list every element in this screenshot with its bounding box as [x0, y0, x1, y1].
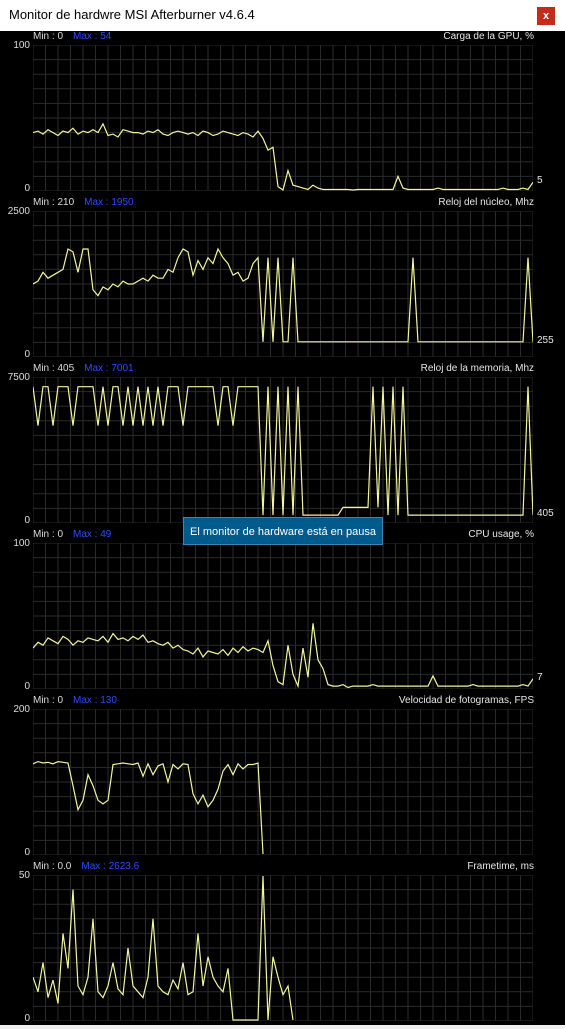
- close-button[interactable]: x: [537, 7, 555, 25]
- scale-min-label: 0: [24, 1013, 30, 1024]
- scale-min-label: 0: [24, 515, 30, 526]
- scale-min-label: 0: [24, 681, 30, 692]
- graph-panel: Min : 405 Max : 7001 Reloj de la memoria, …: [0, 363, 565, 529]
- max-value: Max : 54: [73, 31, 112, 42]
- window-title: Monitor de hardwre MSI Afterburner v4.6.…: [9, 7, 255, 22]
- graph-plot: [33, 875, 533, 1021]
- scale-max-label: 2500: [7, 206, 30, 217]
- graph-panel: Min : 0 Max : 130 Velocidad de fotogramas,…: [0, 695, 565, 861]
- min-value: Min : 210: [33, 197, 75, 208]
- graph-plot: [33, 377, 533, 523]
- min-value: Min : 0: [33, 31, 64, 42]
- scale-max-label: 50: [18, 870, 30, 881]
- graph-plot: [33, 709, 533, 855]
- graph-plot: [33, 211, 533, 357]
- min-value: Min : 0: [33, 529, 64, 540]
- pause-banner: El monitor de hardware está en pausa: [183, 517, 383, 545]
- min-max-readout: Min : 0 Max : 130: [33, 695, 117, 706]
- scale-max-label: 100: [13, 538, 30, 549]
- current-value: 255: [537, 335, 554, 347]
- min-value: Min : 0: [33, 695, 64, 706]
- graph-panel: Min : 0 Max : 49 CPU usage, % 100 0 7: [0, 529, 565, 695]
- scale-min-label: 0: [24, 349, 30, 360]
- window-titlebar: Monitor de hardwre MSI Afterburner v4.6.…: [0, 0, 565, 31]
- graph-title: Frametime, ms: [467, 861, 534, 872]
- graph-title: Carga de la GPU, %: [443, 31, 534, 42]
- max-value: Max : 130: [73, 695, 117, 706]
- bottom-border: [0, 1025, 565, 1029]
- max-value: Max : 1950: [84, 197, 134, 208]
- min-value: Min : 0.0: [33, 861, 72, 872]
- min-max-readout: Min : 0 Max : 54: [33, 31, 111, 42]
- current-value: 405: [537, 508, 554, 520]
- graph-panel: Min : 0 Max : 54 Carga de la GPU, % 100 0 5: [0, 31, 565, 197]
- min-value: Min : 405: [33, 363, 75, 374]
- max-value: Max : 2623.6: [81, 861, 140, 872]
- graph-panel: Min : 210 Max : 1950 Reloj del núcleo, Mhz…: [0, 197, 565, 363]
- current-value: 7: [537, 671, 543, 683]
- current-value: 5: [537, 175, 543, 187]
- scale-max-label: 7500: [7, 372, 30, 383]
- max-value: Max : 49: [73, 529, 112, 540]
- graph-panel: Min : 0.0 Max : 2623.6 Frametime, ms 50 0: [0, 861, 565, 1027]
- min-max-readout: Min : 0.0 Max : 2623.6: [33, 861, 139, 872]
- graph-title: Reloj de la memoria, Mhz: [420, 363, 534, 374]
- graph-plot: [33, 543, 533, 689]
- min-max-readout: Min : 210 Max : 1950: [33, 197, 134, 208]
- graph-title: Reloj del núcleo, Mhz: [438, 197, 534, 208]
- min-max-readout: Min : 0 Max : 49: [33, 529, 111, 540]
- min-max-readout: Min : 405 Max : 7001: [33, 363, 134, 374]
- scale-min-label: 0: [24, 183, 30, 194]
- graph-plot: [33, 45, 533, 191]
- scale-max-label: 200: [13, 704, 30, 715]
- scale-min-label: 0: [24, 847, 30, 858]
- max-value: Max : 7001: [84, 363, 134, 374]
- graph-title: CPU usage, %: [468, 529, 534, 540]
- scale-max-label: 100: [13, 40, 30, 51]
- graph-title: Velocidad de fotogramas, FPS: [398, 695, 534, 706]
